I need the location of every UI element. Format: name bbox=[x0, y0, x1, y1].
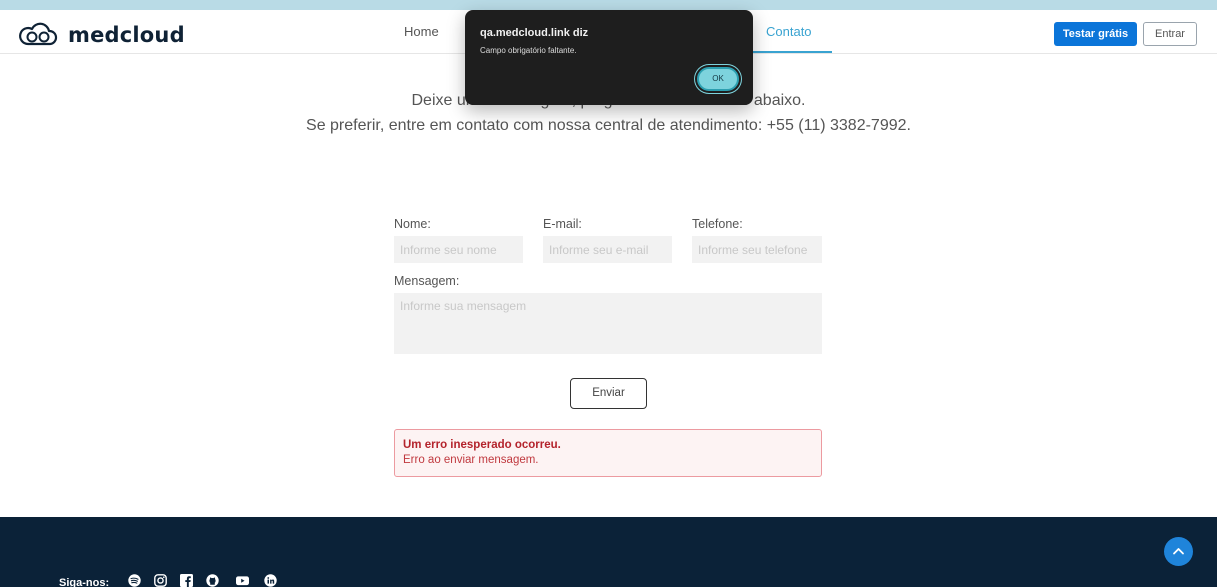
site-footer: Siga-nos: bbox=[0, 517, 1217, 587]
linkedin-icon[interactable] bbox=[264, 574, 277, 587]
github-icon[interactable] bbox=[206, 574, 219, 587]
phone-input[interactable] bbox=[692, 236, 822, 263]
send-button[interactable]: Enviar bbox=[570, 378, 647, 409]
login-button[interactable]: Entrar bbox=[1143, 22, 1197, 46]
error-title: Um erro inesperado ocorreu. bbox=[403, 439, 561, 451]
phone-label: Telefone: bbox=[692, 217, 743, 231]
dialog-ok-button[interactable]: OK bbox=[697, 67, 739, 91]
name-label: Nome: bbox=[394, 217, 431, 231]
browser-alert-dialog: qa.medcloud.link diz Campo obrigatório f… bbox=[465, 10, 753, 105]
follow-us-label: Siga-nos: bbox=[59, 577, 110, 587]
facebook-icon[interactable] bbox=[180, 574, 193, 587]
contact-phone-text: Se preferir, entre em contato com nossa … bbox=[306, 117, 911, 134]
error-message: Erro ao enviar mensagem. bbox=[403, 454, 539, 466]
message-textarea[interactable] bbox=[394, 293, 822, 354]
message-label: Mensagem: bbox=[394, 274, 460, 288]
error-alert: Um erro inesperado ocorreu. Erro ao envi… bbox=[394, 429, 822, 477]
instagram-icon[interactable] bbox=[154, 574, 167, 587]
free-trial-button[interactable]: Testar grátis bbox=[1054, 22, 1137, 46]
email-input[interactable] bbox=[543, 236, 672, 263]
nav-home-link[interactable]: Home bbox=[404, 24, 439, 39]
nav-contact-link[interactable]: Contato bbox=[766, 24, 812, 39]
top-strip bbox=[0, 0, 1217, 10]
cloud-icon bbox=[19, 22, 58, 46]
email-label: E-mail: bbox=[543, 217, 582, 231]
logo[interactable]: medcloud bbox=[18, 22, 185, 48]
scroll-to-top-button[interactable] bbox=[1164, 537, 1193, 566]
name-input[interactable] bbox=[394, 236, 523, 263]
youtube-icon[interactable] bbox=[236, 574, 249, 587]
brand-name: medcloud bbox=[68, 23, 185, 47]
chevron-up-icon bbox=[1173, 548, 1184, 555]
active-nav-indicator bbox=[750, 51, 832, 53]
spotify-icon[interactable] bbox=[128, 574, 141, 587]
dialog-title: qa.medcloud.link diz bbox=[480, 27, 589, 39]
dialog-message: Campo obrigatório faltante. bbox=[480, 46, 577, 55]
